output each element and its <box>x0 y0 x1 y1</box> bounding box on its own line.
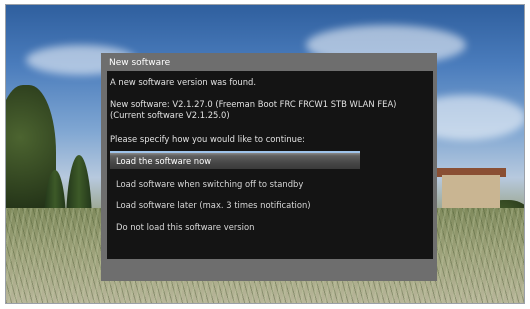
option-load-later[interactable]: Load software later (max. 3 times notifi… <box>110 196 360 214</box>
new-software-dialog: New software A new software version was … <box>101 53 437 281</box>
continue-prompt: Please specify how you would like to con… <box>110 134 305 144</box>
option-load-on-standby[interactable]: Load software when switching off to stan… <box>110 175 360 193</box>
dialog-footer <box>107 260 433 278</box>
option-load-now[interactable]: Load the software now <box>110 151 360 169</box>
current-software-version: (Current software V2.1.25.0) <box>110 110 230 120</box>
new-software-version: New software: V2.1.27.0 (Freeman Boot FR… <box>110 99 397 109</box>
option-do-not-load[interactable]: Do not load this software version <box>110 218 360 236</box>
found-message: A new software version was found. <box>110 77 257 87</box>
dialog-body: A new software version was found. New so… <box>107 71 433 259</box>
dialog-title: New software <box>109 58 171 68</box>
